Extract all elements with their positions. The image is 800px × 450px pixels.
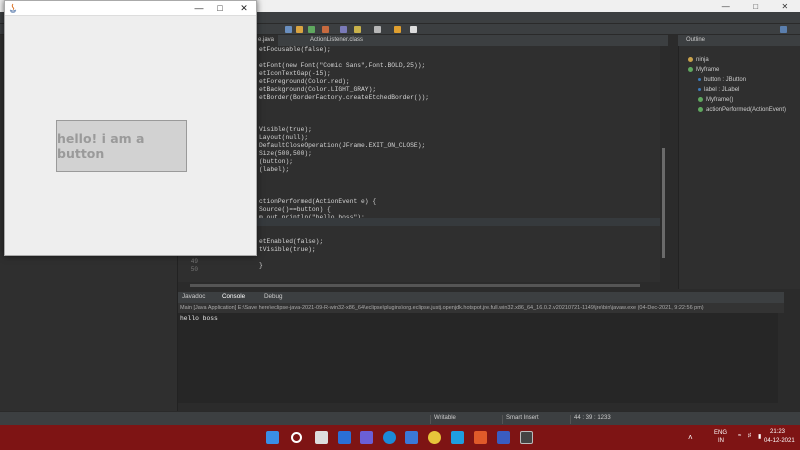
outline-item-constructor[interactable]: Myframe() [698,96,733,103]
search-icon[interactable] [291,432,302,443]
code-line[interactable]: etBorder(BorderFactory.createEtchedBorde… [259,94,429,102]
outline-item-package[interactable]: ninja [688,56,709,63]
outline-view [678,35,800,289]
method-icon [698,106,703,112]
wifi-icon[interactable]: ≈ [738,433,741,439]
code-line[interactable]: Visible(true); [259,126,312,134]
eclipse-window-controls: — □ ✕ [710,0,800,12]
code-line[interactable]: etEnabled(false); [259,238,323,246]
toolbar-icon[interactable] [340,26,347,33]
debug-icon[interactable] [322,26,329,33]
store-icon[interactable] [405,431,418,444]
chrome-icon[interactable] [428,431,441,444]
code-line[interactable]: etBackground(Color.LIGHT_GRAY); [259,86,376,94]
back-icon[interactable] [394,26,401,33]
console-launch-path: Main [Java Application] E:\Save here\ecl… [178,303,784,313]
swing-close-icon[interactable]: ✕ [237,3,251,13]
tab-console[interactable]: Console [222,293,245,300]
outline-header: Outline [678,35,800,46]
code-line[interactable]: Layout(null); [259,134,308,142]
eclipse-taskbar-icon[interactable] [520,431,533,444]
toolbar-icon[interactable] [354,26,361,33]
maximize-icon[interactable]: □ [753,2,758,11]
code-line[interactable]: (label); [259,166,289,174]
app-icon-l[interactable] [451,431,464,444]
minimize-icon[interactable]: — [722,2,730,11]
editor-hscroll-thumb[interactable] [190,284,640,287]
field-icon [698,77,701,81]
system-tray: ˄ ENG IN ≈ ♯ ▮ 21:23 04-12-2021 [660,425,800,450]
code-line[interactable]: DefaultCloseOperation(JFrame.EXIT_ON_CLO… [259,142,425,150]
toolbar-icon[interactable] [374,26,381,33]
constructor-icon [698,96,703,102]
console-output-text: hello boss [180,315,218,322]
windows-start-icon[interactable] [266,431,279,444]
code-line[interactable]: etIconTextGap(-15); [259,70,331,78]
clock-time[interactable]: 21:23 [770,429,785,435]
editor-scroll-thumb[interactable] [662,148,665,258]
tab-javadoc[interactable]: Javadoc [182,293,205,300]
line-number: 50 [190,266,198,273]
package-icon [688,56,693,62]
code-line[interactable]: tVisible(true); [259,246,316,254]
close-icon[interactable]: ✕ [782,2,789,11]
outline-item-method[interactable]: actionPerformed(ActionEvent) [698,106,786,113]
volume-icon[interactable]: ♯ [748,433,751,439]
outline-item-field[interactable]: label : JLabel [698,86,739,93]
edge-icon[interactable] [383,431,396,444]
code-line[interactable]: ctionPerformed(ActionEvent e) { [259,198,376,206]
brave-icon[interactable] [474,431,487,444]
class-icon [688,66,693,72]
language-indicator[interactable]: ENG [714,430,727,436]
code-line[interactable]: Source()==button) { [259,206,331,214]
status-bar: Writable Smart Insert 44 : 39 : 1233 [0,411,800,425]
status-insert-mode: Smart Insert [502,415,539,424]
battery-icon[interactable]: ▮ [758,433,761,440]
widgets-icon[interactable] [338,431,351,444]
code-line[interactable]: etFocusable(false); [259,46,331,54]
task-view-icon[interactable] [315,431,328,444]
outline-item-field[interactable]: button : JButton [698,76,746,83]
code-line[interactable]: Size(500,500); [259,150,312,158]
code-line[interactable]: etForeground(Color.red); [259,78,350,86]
forward-icon[interactable] [410,26,417,33]
field-icon [698,87,701,91]
run-icon[interactable] [308,26,315,33]
app-icon[interactable] [497,431,510,444]
outline-title[interactable]: Outline [686,37,705,43]
chat-icon[interactable] [360,431,373,444]
swing-minimize-icon[interactable]: — [192,3,206,13]
region-indicator: IN [718,438,724,444]
perspective-icon[interactable] [780,26,787,33]
code-line[interactable]: (button); [259,158,293,166]
swing-title-bar[interactable]: — □ ✕ [5,1,256,16]
console-scrollbar[interactable] [778,313,784,403]
console-output-area[interactable] [178,313,784,403]
line-number: 49 [190,258,198,265]
outline-item-class[interactable]: Myframe [688,66,719,73]
toolbar-icon[interactable] [285,26,292,33]
code-line[interactable]: etFont(new Font("Comic Sans",Font.BOLD,2… [259,62,425,70]
java-icon [9,3,17,13]
status-writable: Writable [430,415,456,424]
swing-frame-window: — □ ✕ hello! i am a button [4,0,257,256]
console-tab-bar: Javadoc Console Debug [178,292,784,303]
toolbar-icon[interactable] [296,26,303,33]
tab-debug[interactable]: Debug [264,293,283,300]
hello-button[interactable]: hello! i am a button [56,120,187,172]
clock-date: 04-12-2021 [764,438,795,444]
swing-maximize-icon[interactable]: □ [213,3,227,13]
show-hidden-icons-icon[interactable]: ˄ [688,433,693,442]
editor-tab-actionlistener[interactable]: ActionListener.class [306,35,367,46]
status-cursor-position: 44 : 39 : 1233 [570,415,611,424]
editor-tab-main[interactable]: e.java [254,35,279,46]
code-line[interactable]: } [259,262,263,270]
